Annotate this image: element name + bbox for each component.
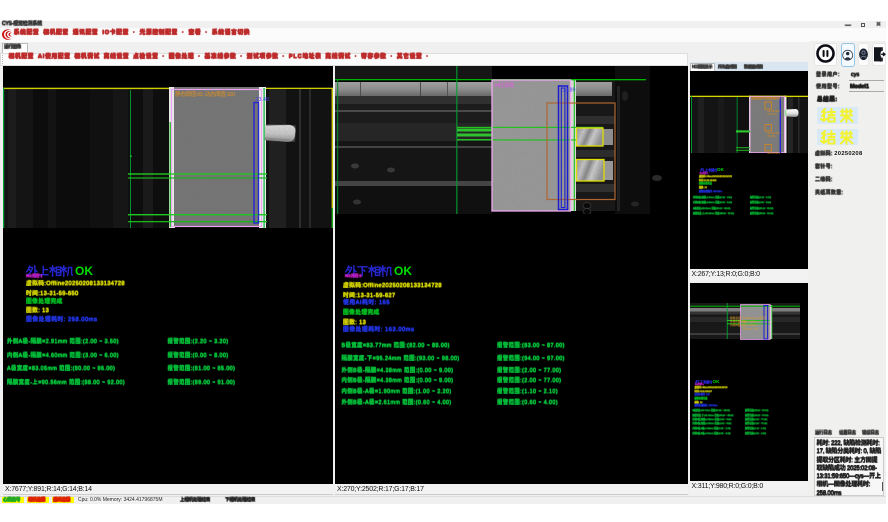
svg-text:静态阈值:93,动态阈值:100: 静态阈值:93,动态阈值:100 bbox=[751, 97, 782, 101]
svg-text:23.89: 23.89 bbox=[562, 88, 576, 94]
svg-text:GB.56 90.5: GB.56 90.5 bbox=[767, 151, 781, 155]
svg-text:AI检测框: AI检测框 bbox=[494, 81, 515, 89]
svg-text:2.61mm 0.60: 2.61mm 0.60 bbox=[742, 327, 759, 331]
svg-text:静态阈值:93, 动态阈值:100: 静态阈值:93, 动态阈值:100 bbox=[175, 90, 235, 98]
svg-text:(2.0-3.5): (2.0-3.5) bbox=[767, 112, 777, 116]
svg-text:23.48: 23.48 bbox=[256, 97, 270, 103]
svg-text:(80-86): (80-86) bbox=[767, 134, 775, 138]
